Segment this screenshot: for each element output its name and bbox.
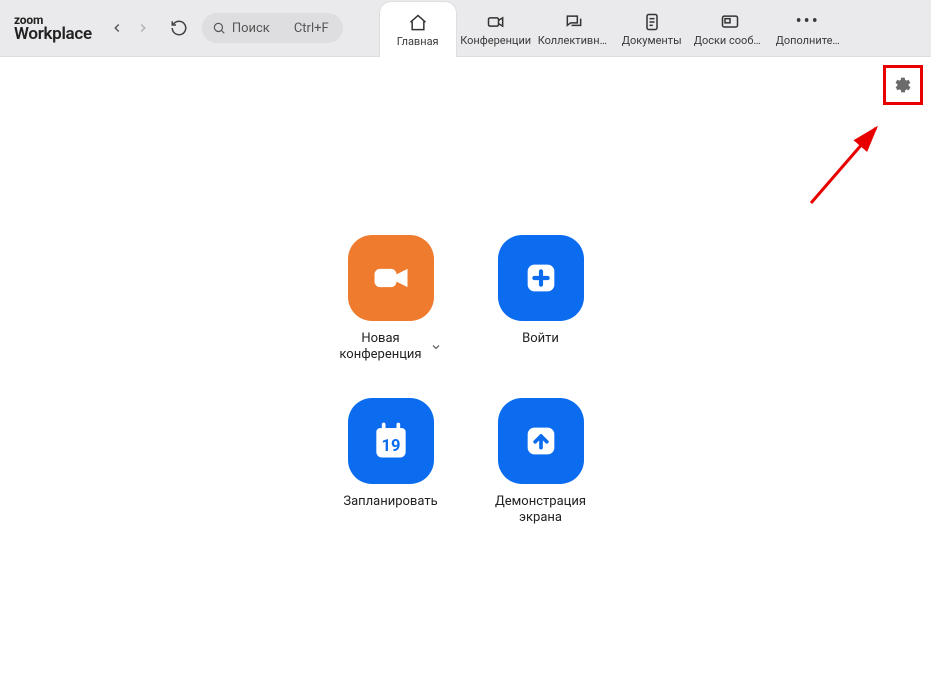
tile-label: Запланировать <box>343 494 437 510</box>
share-arrow-icon <box>521 421 561 461</box>
history-nav <box>104 12 156 44</box>
tile-label: Войти <box>522 331 559 347</box>
history-button[interactable] <box>164 13 194 43</box>
tile-label: Демонстрация экрана <box>495 494 586 527</box>
more-icon: ••• <box>796 12 820 32</box>
tab-label: Конференции <box>460 34 531 47</box>
tab-teamchat[interactable]: Коллективный … <box>535 0 613 57</box>
annotation-highlight-box <box>883 65 923 105</box>
home-icon <box>408 13 428 33</box>
main-content: Новая конференция Войти 19 Запланировать… <box>0 57 931 693</box>
app-brand: zoom Workplace <box>14 14 92 43</box>
tab-more[interactable]: ••• Дополните… <box>769 0 847 57</box>
tab-home[interactable]: Главная <box>379 1 457 58</box>
new-meeting-button[interactable] <box>348 235 434 321</box>
chat-icon <box>564 12 584 32</box>
document-icon <box>642 12 662 32</box>
chevron-down-icon[interactable] <box>430 341 442 353</box>
tab-label: Коллективный … <box>538 34 610 47</box>
video-camera-icon <box>369 256 413 300</box>
share-screen-tile[interactable]: Демонстрация экрана <box>466 398 616 527</box>
tab-conferences[interactable]: Конференции <box>457 0 535 57</box>
tab-documents[interactable]: Документы <box>613 0 691 57</box>
calendar-icon: 19 <box>369 419 413 463</box>
home-tiles: Новая конференция Войти 19 Запланировать… <box>316 235 616 526</box>
search-placeholder: Поиск <box>232 21 270 36</box>
annotation-arrow <box>801 113 901 213</box>
chevron-left-icon <box>110 21 124 35</box>
search-shortcut: Ctrl+F <box>294 21 329 36</box>
tab-label: Доски сообще… <box>694 34 766 47</box>
join-button[interactable] <box>498 235 584 321</box>
search-input[interactable]: Поиск Ctrl+F <box>202 13 343 43</box>
back-button[interactable] <box>104 12 130 44</box>
whiteboard-icon <box>720 12 740 32</box>
tile-label: Новая конференция <box>339 331 421 364</box>
main-tabs: Главная Конференции Коллективный … Докум… <box>379 0 847 57</box>
settings-button[interactable] <box>887 69 919 101</box>
new-meeting-tile[interactable]: Новая конференция <box>316 235 466 364</box>
tab-label: Документы <box>622 34 682 47</box>
chevron-right-icon <box>136 21 150 35</box>
video-icon <box>486 12 506 32</box>
svg-text:19: 19 <box>381 437 400 456</box>
gear-icon <box>894 76 912 94</box>
join-tile[interactable]: Войти <box>466 235 616 364</box>
tab-label: Дополните… <box>776 34 840 47</box>
plus-icon <box>521 258 561 298</box>
search-icon <box>212 21 226 35</box>
tab-whiteboards[interactable]: Доски сообще… <box>691 0 769 57</box>
history-icon <box>170 19 188 37</box>
brand-line2: Workplace <box>14 26 92 43</box>
tab-label: Главная <box>397 35 439 48</box>
share-screen-button[interactable] <box>498 398 584 484</box>
schedule-tile[interactable]: 19 Запланировать <box>316 398 466 527</box>
top-toolbar: zoom Workplace Поиск Ctrl+F Главная Конф… <box>0 0 931 57</box>
schedule-button[interactable]: 19 <box>348 398 434 484</box>
forward-button[interactable] <box>130 12 156 44</box>
